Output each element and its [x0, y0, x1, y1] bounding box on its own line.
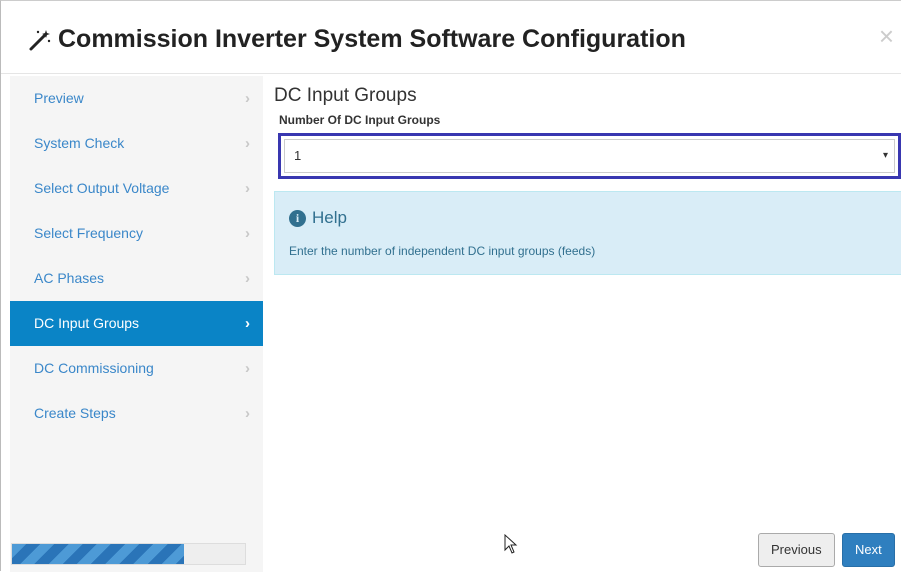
sidebar-item-label: Preview [34, 90, 84, 106]
wizard-sidebar: Preview › System Check › Select Output Volta… [10, 76, 263, 572]
chevron-right-icon: › [245, 90, 250, 107]
chevron-right-icon: › [245, 360, 250, 377]
close-icon[interactable]: × [879, 23, 894, 49]
sidebar-item-dc-input-groups[interactable]: DC Input Groups › [10, 301, 263, 346]
dc-input-groups-label: Number Of DC Input Groups [279, 113, 441, 127]
help-title-text: Help [312, 208, 347, 227]
sidebar-item-preview[interactable]: Preview › [10, 76, 263, 121]
sidebar-item-select-frequency[interactable]: Select Frequency › [10, 211, 263, 256]
sidebar-item-label: DC Input Groups [34, 315, 140, 331]
mouse-pointer-icon [504, 534, 518, 554]
sidebar-item-system-check[interactable]: System Check › [10, 121, 263, 166]
sidebar-item-label: DC Commissioning [34, 360, 154, 376]
commission-modal: Commission Inverter System Software Conf… [0, 0, 901, 572]
sidebar-item-label: System Check [34, 135, 125, 151]
sidebar-item-dc-commissioning[interactable]: DC Commissioning › [10, 346, 263, 391]
progress-fill [12, 544, 185, 564]
sidebar-item-label: Create Steps [34, 405, 116, 421]
chevron-right-icon: › [245, 135, 250, 152]
dc-input-groups-select[interactable]: 1 ▾ [284, 139, 895, 173]
help-text: Enter the number of independent DC input… [289, 244, 596, 258]
chevron-right-icon: › [245, 180, 250, 197]
select-value: 1 [294, 148, 302, 163]
help-heading: i Help [289, 208, 347, 228]
chevron-right-icon: › [245, 405, 250, 422]
previous-button[interactable]: Previous [758, 533, 835, 567]
modal-title-text: Commission Inverter System Software Conf… [58, 25, 686, 53]
wizard-step-list: Preview › System Check › Select Output Volta… [10, 76, 263, 436]
help-panel: i Help Enter the number of independent D… [274, 191, 901, 275]
section-title: DC Input Groups [274, 85, 417, 106]
chevron-down-icon: ▾ [882, 150, 888, 161]
chevron-right-icon: › [245, 270, 250, 287]
chevron-right-icon: › [245, 315, 250, 332]
chevron-right-icon: › [245, 225, 250, 242]
sidebar-item-label: AC Phases [34, 270, 105, 286]
select-highlight-outline: 1 ▾ [278, 133, 901, 179]
modal-header: Commission Inverter System Software Conf… [1, 1, 901, 74]
modal-title: Commission Inverter System Software Conf… [28, 25, 686, 54]
next-button[interactable]: Next [842, 533, 895, 567]
sidebar-item-select-output-voltage[interactable]: Select Output Voltage › [10, 166, 263, 211]
wizard-progress-bar [11, 543, 246, 565]
step-content: DC Input Groups Number Of DC Input Group… [274, 81, 901, 275]
sidebar-item-label: Select Frequency [34, 225, 143, 241]
sidebar-item-create-steps[interactable]: Create Steps › [10, 391, 263, 436]
magic-wand-icon [29, 29, 51, 50]
info-circle-icon: i [289, 209, 306, 227]
sidebar-item-ac-phases[interactable]: AC Phases › [10, 256, 263, 301]
sidebar-item-label: Select Output Voltage [34, 180, 170, 196]
